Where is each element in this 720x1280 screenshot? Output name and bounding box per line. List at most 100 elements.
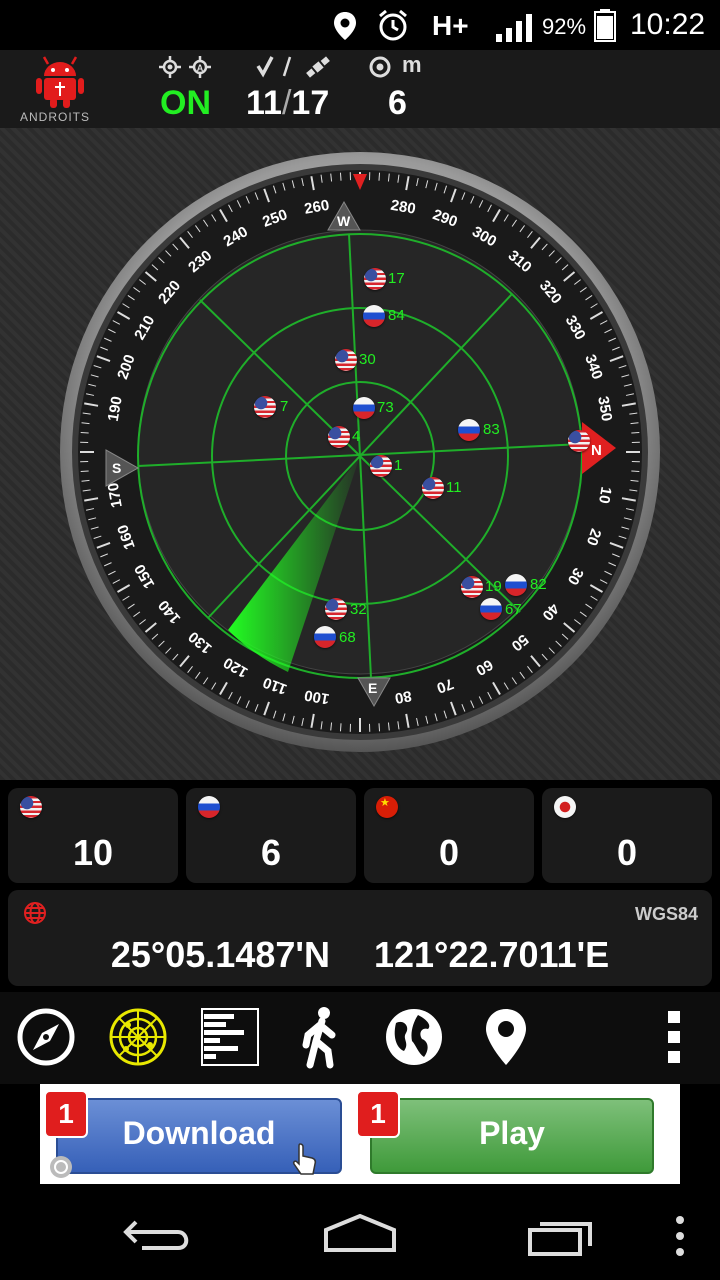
satellite-flag xyxy=(328,426,350,448)
app-header: ANDROITS A ON 11/17 m 6 xyxy=(0,50,720,130)
compass-tick xyxy=(378,172,381,181)
counter-beidou: 0 xyxy=(364,788,534,883)
gps-status-icon: A xyxy=(159,56,211,78)
recents-icon[interactable] xyxy=(526,1216,596,1256)
compass-tick xyxy=(339,723,342,732)
compass-tick xyxy=(80,431,89,434)
compass-tick xyxy=(80,470,89,473)
degree-label: 80 xyxy=(393,687,412,707)
globe-icon[interactable] xyxy=(382,1005,446,1069)
location-icon xyxy=(334,12,356,40)
ad-info-icon[interactable] xyxy=(48,1154,74,1180)
counter-qzss: 0 xyxy=(542,788,712,883)
overflow-menu-icon[interactable] xyxy=(642,1005,706,1069)
accuracy-icon xyxy=(369,56,391,78)
network-type: H+ xyxy=(432,10,469,41)
east-label: E xyxy=(368,680,377,696)
satellites-used: 11 xyxy=(246,84,282,122)
compass-tick xyxy=(339,172,342,181)
back-icon[interactable] xyxy=(122,1214,196,1254)
clock: 10:22 xyxy=(630,8,706,41)
south-label: S xyxy=(112,460,121,476)
satellite-flag xyxy=(461,576,483,598)
system-nav-bar xyxy=(0,1184,720,1280)
radar-icon[interactable] xyxy=(106,1005,170,1069)
satellite-flag xyxy=(335,349,357,371)
satellites-visible: 17 xyxy=(291,84,330,122)
satellite-label: 73 xyxy=(377,399,394,416)
satellite-count: 11/17 xyxy=(246,84,329,123)
walking-icon[interactable] xyxy=(290,1005,354,1069)
satellite-label: 68 xyxy=(339,629,356,646)
satellites-separator: / xyxy=(281,84,292,122)
satellite-flag xyxy=(370,455,392,477)
ad-play-button[interactable]: Play xyxy=(370,1098,654,1174)
satellite-flag xyxy=(353,397,375,419)
satellite-label: 83 xyxy=(483,421,500,438)
gps-state: ON xyxy=(160,84,211,122)
satellite-label: 82 xyxy=(530,576,547,593)
satellite-label: 30 xyxy=(359,351,376,368)
ad-play-badge: 1 xyxy=(356,1090,400,1138)
longitude: 121°22.7011'E xyxy=(373,934,610,975)
ad-download-badge: 1 xyxy=(44,1090,88,1138)
compass-icon[interactable] xyxy=(14,1005,78,1069)
satellite-flag xyxy=(325,598,347,620)
satellite-label: 1 xyxy=(394,457,403,474)
counter-glonass: 6 xyxy=(186,788,356,883)
russia-flag-icon xyxy=(198,796,220,818)
satellite-label: 17 xyxy=(388,270,405,287)
battery-icon xyxy=(594,9,616,42)
degree-label: 10 xyxy=(595,485,615,504)
status-bar: H+ 92% 10:22 xyxy=(0,0,720,50)
alarm-icon xyxy=(379,9,407,41)
gps-count: 10 xyxy=(72,832,114,873)
satellite-flag xyxy=(505,574,527,596)
satellite-label: 11 xyxy=(446,479,462,496)
compass-tick xyxy=(631,470,640,473)
android-logo-icon xyxy=(36,56,84,108)
satellite-flag xyxy=(422,477,444,499)
usa-flag-icon xyxy=(20,796,42,818)
accuracy-value: 6 xyxy=(388,84,407,122)
signal-bars-icon[interactable] xyxy=(198,1005,262,1069)
satellite-flag xyxy=(364,268,386,290)
satellite-label: 4 xyxy=(352,428,361,445)
satellite-label: 67 xyxy=(505,601,522,618)
datum-label: WGS84 xyxy=(634,904,698,924)
satellite-label: 84 xyxy=(388,307,405,324)
signal-icon xyxy=(496,14,532,42)
satellite-flag xyxy=(568,430,590,452)
west-label: W xyxy=(337,213,351,229)
accuracy-unit: m xyxy=(402,52,422,77)
compass-tick xyxy=(378,723,381,732)
map-pin-icon[interactable] xyxy=(474,1005,538,1069)
ad-banner[interactable]: Download 1 Play 1 xyxy=(40,1084,680,1184)
hand-cursor-icon xyxy=(293,1143,317,1175)
battery-percent: 92% xyxy=(542,14,587,39)
logo-text: ANDROITS xyxy=(20,110,91,124)
menu-dots-icon[interactable] xyxy=(672,1214,688,1258)
satellite-flag xyxy=(363,305,385,327)
satellites-used-icon xyxy=(256,56,330,78)
japan-flag-icon xyxy=(554,796,576,818)
satellite-label: 32 xyxy=(350,601,367,618)
satellite-label: 19 xyxy=(485,578,502,595)
compass-tick xyxy=(631,431,640,434)
satellite-radar[interactable]: 280 2903003103203303403501020304050607080… xyxy=(60,150,660,760)
beidou-count: 0 xyxy=(438,832,460,873)
satellite-label: 7 xyxy=(280,398,289,415)
coordinates-panel[interactable]: WGS84 25°05.1487'N 121°22.7011'E xyxy=(8,890,712,986)
latitude: 25°05.1487'N xyxy=(110,934,330,975)
china-flag-icon xyxy=(376,796,398,818)
satellite-flag xyxy=(458,419,480,441)
satellite-flag xyxy=(480,598,502,620)
home-icon[interactable] xyxy=(322,1214,398,1254)
north-label: N xyxy=(591,442,602,459)
svg-text:A: A xyxy=(197,63,204,73)
satellite-flag xyxy=(254,396,276,418)
satellite-flag xyxy=(314,626,336,648)
glonass-count: 6 xyxy=(260,832,282,873)
globe-grid-icon xyxy=(24,902,46,924)
lat-long: 25°05.1487'N 121°22.7011'E xyxy=(8,934,712,976)
